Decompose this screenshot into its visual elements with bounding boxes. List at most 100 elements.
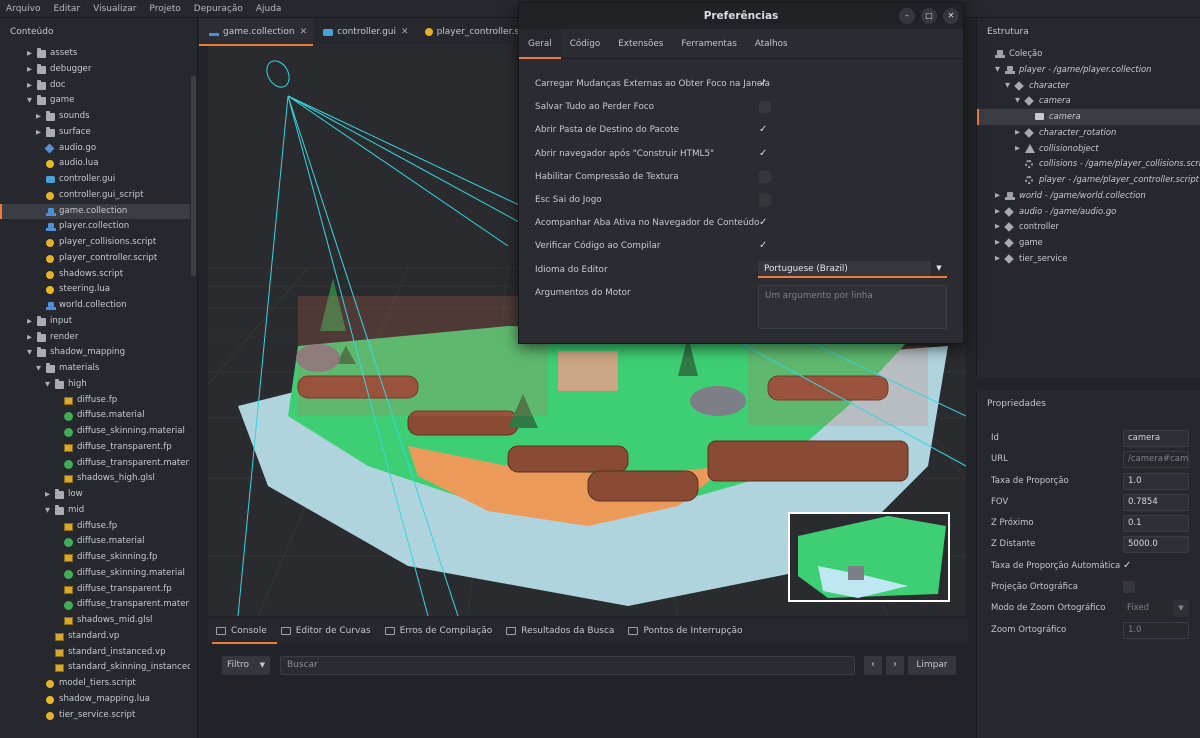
expand-down-icon[interactable]: ▼: [995, 62, 1000, 78]
outline-item[interactable]: player - /game/player_controller.script: [977, 172, 1200, 188]
engine-arguments-field[interactable]: Um argumento por linha: [758, 285, 947, 329]
expand-down-icon[interactable]: ▼: [45, 503, 50, 519]
file-item[interactable]: diffuse_transparent.material: [0, 456, 190, 472]
maximize-button[interactable]: □: [921, 8, 937, 24]
content-scrollbar[interactable]: [191, 76, 196, 276]
expand-right-icon[interactable]: ▶: [995, 219, 1000, 235]
folder-item[interactable]: ▶ low: [0, 487, 190, 503]
expand-right-icon[interactable]: ▶: [995, 235, 1000, 251]
file-item[interactable]: diffuse_skinning.material: [0, 424, 190, 440]
file-item[interactable]: diffuse.fp: [0, 393, 190, 409]
close-button[interactable]: ✕: [943, 8, 959, 24]
folder-item[interactable]: ▼ high: [0, 377, 190, 393]
outline-item[interactable]: ▼ player - /game/player.collection: [977, 62, 1200, 78]
preferences-tab[interactable]: Ferramentas: [672, 29, 745, 59]
file-item[interactable]: player_controller.script: [0, 251, 190, 267]
expand-down-icon[interactable]: ▼: [27, 93, 32, 109]
outline-item[interactable]: ▶ tier_service: [977, 251, 1200, 267]
file-item[interactable]: model_tiers.script: [0, 676, 190, 692]
outline-item[interactable]: ▶ audio - /game/audio.go: [977, 204, 1200, 220]
property-value-field[interactable]: 0.7854: [1123, 493, 1189, 511]
checkbox-unchecked[interactable]: [1123, 581, 1135, 594]
file-item[interactable]: steering.lua: [0, 282, 190, 298]
bottom-tab[interactable]: Editor de Curvas: [277, 618, 381, 644]
checkbox-unchecked[interactable]: [759, 101, 771, 114]
outline-item[interactable]: ▶ controller: [977, 219, 1200, 235]
outline-item[interactable]: ▶ world - /game/world.collection: [977, 188, 1200, 204]
expand-right-icon[interactable]: ▶: [27, 46, 32, 62]
property-value-field[interactable]: 1.0: [1123, 472, 1189, 490]
file-item[interactable]: shadows_mid.glsl: [0, 613, 190, 629]
close-icon[interactable]: ✕: [300, 27, 308, 37]
folder-item[interactable]: ▶ doc: [0, 78, 190, 94]
outline-item[interactable]: ▶ character_rotation: [977, 125, 1200, 141]
file-item[interactable]: audio.go: [0, 141, 190, 157]
file-item[interactable]: diffuse.material: [0, 534, 190, 550]
expand-down-icon[interactable]: ▼: [36, 361, 41, 377]
preferences-tab[interactable]: Geral: [519, 28, 561, 59]
expand-right-icon[interactable]: ▶: [27, 330, 32, 346]
outline-item[interactable]: ▶ game: [977, 235, 1200, 251]
file-item[interactable]: standard_skinning_instanced.vp: [0, 660, 190, 676]
file-item[interactable]: tier_service.script: [0, 708, 190, 724]
folder-item[interactable]: ▼ materials: [0, 361, 190, 377]
checkbox-checked[interactable]: ✓: [759, 78, 771, 90]
outline-item[interactable]: Coleção: [977, 46, 1200, 62]
menu-item-visualizar[interactable]: Visualizar: [93, 4, 136, 14]
outline-item[interactable]: collisions - /game/player_collisions.scr…: [977, 156, 1200, 172]
checkbox-unchecked[interactable]: [759, 170, 771, 183]
file-item[interactable]: shadows_high.glsl: [0, 471, 190, 487]
close-icon[interactable]: ✕: [401, 27, 409, 37]
previous-match-button[interactable]: ‹: [864, 656, 882, 675]
console-search-input[interactable]: Buscar: [280, 656, 855, 675]
folder-item[interactable]: ▼ game: [0, 93, 190, 109]
bottom-tab[interactable]: Erros de Compilação: [381, 618, 503, 644]
file-item[interactable]: diffuse.material: [0, 408, 190, 424]
file-item[interactable]: standard.vp: [0, 629, 190, 645]
menu-item-arquivo[interactable]: Arquivo: [6, 4, 40, 14]
expand-down-icon[interactable]: ▼: [1005, 78, 1010, 94]
next-match-button[interactable]: ›: [886, 656, 904, 675]
checkbox-checked[interactable]: ✓: [1123, 560, 1135, 572]
bottom-tab[interactable]: Console: [212, 618, 277, 644]
file-item[interactable]: diffuse_transparent.fp: [0, 440, 190, 456]
expand-right-icon[interactable]: ▶: [995, 251, 1000, 267]
expand-right-icon[interactable]: ▶: [1015, 125, 1020, 141]
expand-right-icon[interactable]: ▶: [1015, 141, 1020, 157]
filter-dropdown[interactable]: Filtro ▼: [222, 656, 270, 675]
folder-item[interactable]: ▶ surface: [0, 125, 190, 141]
preferences-tab[interactable]: Código: [561, 29, 610, 59]
folder-item[interactable]: ▶ assets: [0, 46, 190, 62]
clear-button[interactable]: Limpar: [908, 656, 956, 675]
file-item[interactable]: audio.lua: [0, 156, 190, 172]
file-item[interactable]: player_collisions.script: [0, 235, 190, 251]
expand-right-icon[interactable]: ▶: [995, 188, 1000, 204]
checkbox-unchecked[interactable]: [759, 194, 771, 206]
folder-item[interactable]: ▶ debugger: [0, 62, 190, 78]
expand-right-icon[interactable]: ▶: [27, 78, 32, 94]
folder-item[interactable]: ▶ input: [0, 314, 190, 330]
expand-down-icon[interactable]: ▼: [27, 345, 32, 361]
checkbox-checked[interactable]: ✓: [759, 124, 771, 136]
file-item[interactable]: controller.gui: [0, 172, 190, 188]
expand-down-icon[interactable]: ▼: [45, 377, 50, 393]
editor-language-select[interactable]: Portuguese (Brazil) ▼: [758, 261, 947, 278]
property-value-field[interactable]: 5000.0: [1123, 536, 1189, 554]
checkbox-checked[interactable]: ✓: [759, 148, 771, 160]
file-item[interactable]: diffuse_transparent.material: [0, 597, 190, 613]
bottom-tab[interactable]: Resultados da Busca: [502, 618, 624, 644]
expand-down-icon[interactable]: ▼: [1015, 93, 1020, 109]
outline-item[interactable]: camera: [977, 109, 1200, 125]
file-item[interactable]: diffuse_skinning.fp: [0, 550, 190, 566]
file-item[interactable]: standard_instanced.vp: [0, 645, 190, 661]
menu-item-ajuda[interactable]: Ajuda: [256, 4, 282, 14]
expand-right-icon[interactable]: ▶: [27, 62, 32, 78]
bottom-tab[interactable]: Pontos de Interrupção: [624, 618, 752, 644]
file-item[interactable]: controller.gui_script: [0, 188, 190, 204]
file-item[interactable]: diffuse.fp: [0, 519, 190, 535]
editor-tab[interactable]: game.collection ✕: [199, 18, 314, 46]
file-item[interactable]: player.collection: [0, 219, 190, 235]
file-item[interactable]: diffuse_transparent.fp: [0, 582, 190, 598]
outline-item[interactable]: ▶ collisionobject: [977, 141, 1200, 157]
file-item[interactable]: world.collection: [0, 298, 190, 314]
